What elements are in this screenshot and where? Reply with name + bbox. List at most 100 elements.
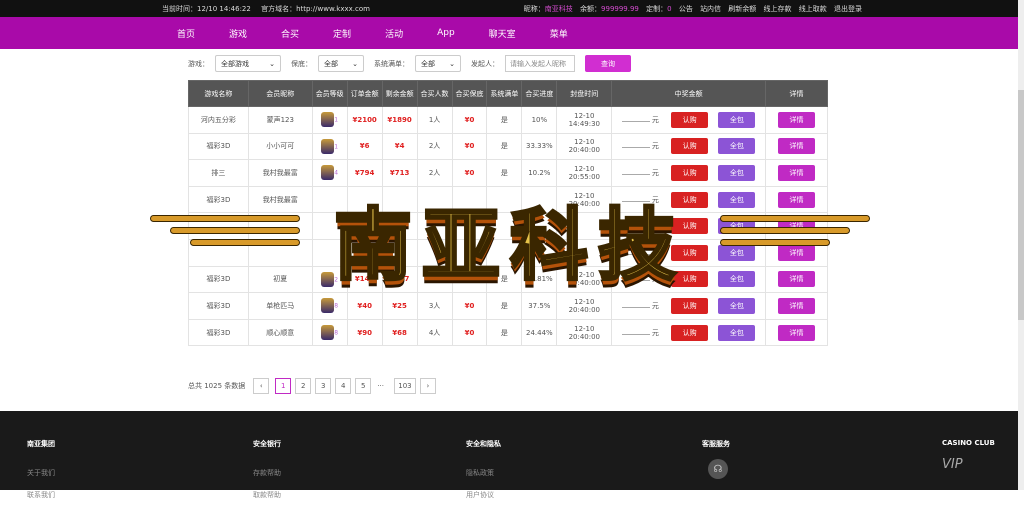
footer-heading: 安全和隐私 xyxy=(466,440,501,448)
cell-full: 是 xyxy=(486,292,523,320)
nav-events[interactable]: 活动 xyxy=(385,27,403,40)
col-game: 游戏名称 xyxy=(188,80,249,107)
amount-input[interactable] xyxy=(621,327,650,335)
unit-label: 元 xyxy=(651,301,659,310)
link-messages[interactable]: 站内信 xyxy=(700,5,721,13)
page-ellipsis: ··· xyxy=(377,382,384,390)
guarantee-select[interactable]: 全部 ⌄ xyxy=(318,55,364,72)
footer-link-deposit-help[interactable]: 存款帮助 xyxy=(253,468,281,478)
cell-progress: 33.33% xyxy=(521,132,558,161)
detail-button[interactable]: 详情 xyxy=(777,297,815,314)
scrollbar[interactable] xyxy=(1018,0,1024,490)
detail-button[interactable]: 详情 xyxy=(777,111,815,128)
buy-all-button[interactable]: 全包 xyxy=(718,164,756,181)
nav-app[interactable]: App xyxy=(437,28,455,38)
cell-prize: 元 认购 全包 xyxy=(611,132,766,161)
cell-game: 福彩3D xyxy=(188,132,249,161)
level-value: 4 xyxy=(334,169,339,177)
amount-input[interactable] xyxy=(621,300,650,308)
cell-nickname: 我村我最富 xyxy=(247,159,313,187)
buy-all-button[interactable]: 全包 xyxy=(718,297,756,314)
buy-button[interactable]: 认购 xyxy=(671,111,709,128)
col-detail: 详情 xyxy=(764,80,829,107)
buy-button[interactable]: 认购 xyxy=(671,164,709,181)
official-domain: 官方域名：http://www.kxxx.com xyxy=(261,4,370,13)
footer-link-agreement[interactable]: 用户协议 xyxy=(466,490,501,500)
balance-value: 999999.99 xyxy=(601,4,639,13)
buy-button[interactable]: 认购 xyxy=(671,297,709,314)
footer-link-privacy[interactable]: 隐私政策 xyxy=(466,468,501,478)
cell-detail: 详情 xyxy=(764,292,829,320)
page-4[interactable]: 4 xyxy=(335,378,352,394)
nav-home[interactable]: 首页 xyxy=(177,27,195,40)
cell-close-time: 12-10 20:40:00 xyxy=(556,318,613,347)
initiator-input[interactable]: 请输入发起人昵称 xyxy=(505,55,575,72)
link-withdraw[interactable]: 线上取款 xyxy=(799,5,827,13)
cell-participants: 4人 xyxy=(416,318,453,347)
pagination: 总共 1025 条数据 ‹ 1 2 3 4 5 ··· 103 › xyxy=(188,378,436,394)
page-last[interactable]: 103 xyxy=(393,378,416,394)
nav-custom[interactable]: 定制 xyxy=(333,27,351,40)
footer-link-about[interactable]: 关于我们 xyxy=(27,468,55,478)
member-avatar xyxy=(321,298,335,314)
game-select[interactable]: 全部游戏 ⌄ xyxy=(215,55,281,72)
buy-button[interactable]: 认购 xyxy=(671,324,709,341)
detail-button[interactable]: 详情 xyxy=(777,324,815,341)
cell-participants: 1人 xyxy=(416,106,453,134)
level-value: 1 xyxy=(334,143,339,151)
page-2[interactable]: 2 xyxy=(295,378,312,394)
cell-full: 是 xyxy=(486,106,523,134)
table-row: 河内五分彩 蒙声123 1 ¥2100 ¥1890 1人 ¥0 是 10% 12-10 14:49… xyxy=(188,106,829,134)
game-select-value: 全部游戏 xyxy=(221,59,249,68)
buy-all-button[interactable]: 全包 xyxy=(718,138,756,155)
cell-prize: 元 认购 全包 xyxy=(611,318,766,347)
detail-button[interactable]: 详情 xyxy=(777,138,815,155)
footer-link-withdraw-help[interactable]: 取款帮助 xyxy=(253,490,281,500)
prev-page-button[interactable]: ‹ xyxy=(253,378,270,394)
link-deposit[interactable]: 线上存款 xyxy=(764,5,792,13)
amount-input[interactable] xyxy=(621,114,650,122)
cell-nickname: 蒙声123 xyxy=(247,106,313,134)
member-avatar xyxy=(321,165,335,181)
detail-button[interactable]: 详情 xyxy=(777,164,815,181)
amount-input[interactable] xyxy=(621,167,650,175)
cell-game: 排三 xyxy=(188,159,249,187)
chevron-down-icon: ⌄ xyxy=(449,59,455,68)
nav-games[interactable]: 游戏 xyxy=(229,27,247,40)
link-logout[interactable]: 退出登录 xyxy=(834,5,862,13)
nav-chatroom[interactable]: 聊天室 xyxy=(489,27,516,40)
link-refresh-balance[interactable]: 刷新余额 xyxy=(728,5,756,13)
cell-nickname: 单枪匹马 xyxy=(247,292,313,320)
buy-all-button[interactable]: 全包 xyxy=(718,324,756,341)
page-3[interactable]: 3 xyxy=(315,378,332,394)
amount-input[interactable] xyxy=(621,140,650,149)
next-page-button[interactable]: › xyxy=(419,378,436,394)
link-notice[interactable]: 公告 xyxy=(679,5,693,13)
scrollbar-thumb[interactable] xyxy=(1018,90,1024,320)
buy-all-button[interactable]: 全包 xyxy=(718,111,756,128)
full-select[interactable]: 全部 ⌄ xyxy=(415,55,461,72)
cell-order-amount: ¥90 xyxy=(346,318,383,347)
cell-close-time: 12-10 20:40:00 xyxy=(556,292,613,320)
nav-group-buy[interactable]: 合买 xyxy=(281,27,299,40)
guarantee-select-value: 全部 xyxy=(324,59,338,68)
cell-detail: 详情 xyxy=(764,159,829,187)
col-close-time: 封盘时间 xyxy=(556,80,613,107)
headset-icon[interactable]: ☊ xyxy=(708,459,728,479)
filter-bar: 游戏： 全部游戏 ⌄ 保底： 全部 ⌄ 系统满单： 全部 ⌄ 发起人： 请输入发起人昵… xyxy=(188,55,631,72)
page-5[interactable]: 5 xyxy=(355,378,372,394)
cell-game: 河内五分彩 xyxy=(188,106,249,134)
col-level: 会员等级 xyxy=(311,80,348,107)
cell-level: 8 xyxy=(311,318,348,347)
col-remaining: 剩余金额 xyxy=(381,80,418,107)
guarantee-filter-label: 保底： xyxy=(291,59,312,68)
nav-menu[interactable]: 菜单 xyxy=(550,27,568,40)
footer-col-bank: 安全银行 存款帮助 取款帮助 xyxy=(253,439,281,512)
page-1[interactable]: 1 xyxy=(275,378,292,394)
cell-nickname: 小小可可 xyxy=(247,132,313,161)
footer-link-contact[interactable]: 联系我们 xyxy=(27,490,55,500)
cell-full: 是 xyxy=(486,132,523,161)
chevron-down-icon: ⌄ xyxy=(352,59,358,68)
search-button[interactable]: 查询 xyxy=(585,55,631,72)
buy-button[interactable]: 认购 xyxy=(671,138,709,155)
